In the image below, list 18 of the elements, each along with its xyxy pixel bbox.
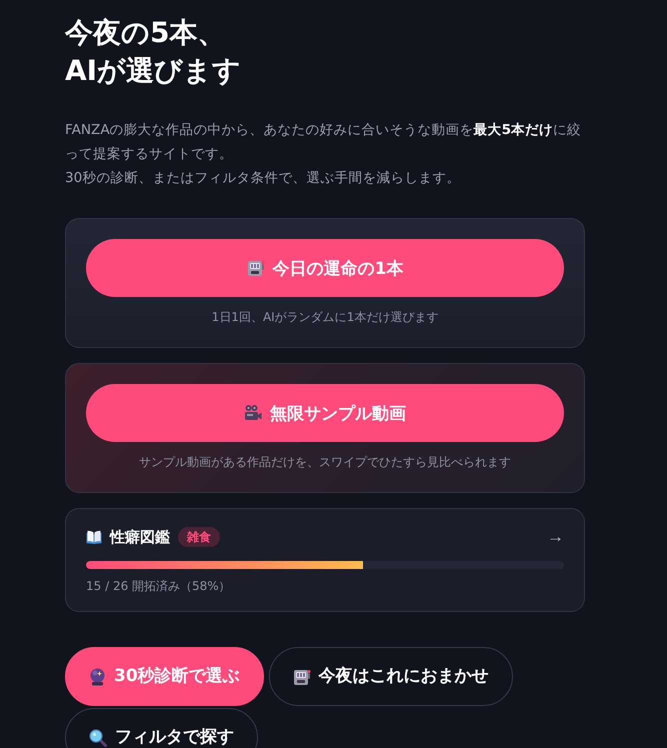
- arrow-link[interactable]: →: [547, 527, 564, 547]
- filter-button[interactable]: フィルタで探す: [65, 708, 258, 748]
- slot-machine-icon: [292, 668, 311, 686]
- open-book-icon: [86, 530, 102, 544]
- collection-title: 性癖図鑑: [110, 528, 170, 546]
- slot-machine-icon: [246, 259, 265, 277]
- description-text: 30秒の診断、またはフィルタ条件で、選ぶ手間を減らします。: [65, 169, 462, 188]
- search-icon: [89, 728, 107, 746]
- crystal-ball-icon: [89, 668, 106, 686]
- card-caption: サンプル動画がある作品だけを、スワイプでひたすら見比べられます: [139, 454, 511, 470]
- category-badge: 雑食: [178, 527, 220, 547]
- film-camera-icon: [244, 404, 262, 422]
- hero-title: 今夜の5本、 AIが選びます: [65, 15, 242, 89]
- description-text: FANZAの膨大な作品の中から、あなたの好みに合いそうな動画を最大5本だけに絞って提案するサイトです。: [65, 121, 582, 164]
- collection-card[interactable]: 性癖図鑑 雑食 → 15 / 26 開拓済み（58%）: [65, 508, 585, 612]
- random-pick-button[interactable]: 今夜はこれにおまかせ: [268, 647, 513, 706]
- card-caption: 1日1回、AIがランダムに1本だけ選びます: [212, 309, 438, 325]
- progress-text: 15 / 26 開拓済み（58%）: [86, 578, 231, 594]
